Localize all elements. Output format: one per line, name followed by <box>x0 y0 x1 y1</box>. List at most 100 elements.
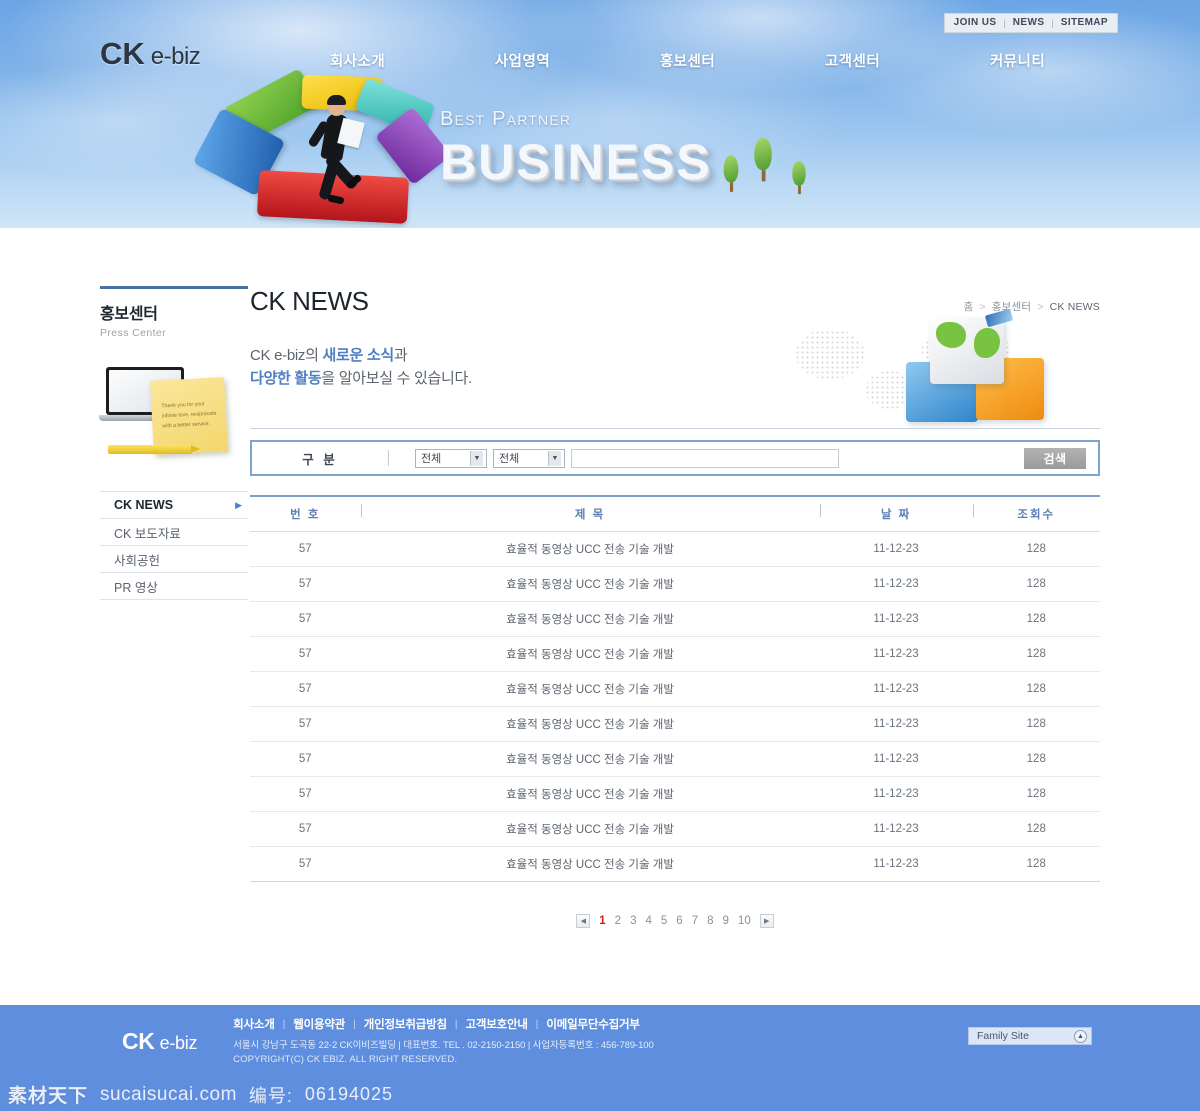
column-header-hits[interactable]: 조회수 <box>972 495 1100 532</box>
category-select-2-value: 전체 <box>499 453 520 465</box>
cell-date: 11-12-23 <box>819 706 973 742</box>
businessman-figure <box>306 92 365 222</box>
chevron-down-icon: ▼ <box>470 450 483 466</box>
nav-item-press-center[interactable]: 홍보센터 <box>605 50 770 71</box>
footer-link-email-refusal[interactable]: 이메일무단수집거부 <box>546 1016 640 1032</box>
footer-copyright: COPYRIGHT(C) CK EBIZ. ALL RIGHT RESERVED… <box>233 1053 458 1065</box>
pagination-page-3[interactable]: 3 <box>630 915 636 927</box>
tree-decoration <box>720 137 840 210</box>
table-row[interactable]: 57 효율적 동영상 UCC 전송 기술 개발 11-12-23 128 <box>250 706 1100 742</box>
cell-title[interactable]: 효율적 동영상 UCC 전송 기술 개발 <box>360 601 820 637</box>
cell-title[interactable]: 효율적 동영상 UCC 전송 기술 개발 <box>360 811 820 847</box>
table-row[interactable]: 57 효율적 동영상 UCC 전송 기술 개발 11-12-23 128 <box>250 741 1100 777</box>
chevron-right-icon: ▶ <box>235 499 242 510</box>
sidebar-item-press-release[interactable]: CK 보도자료 <box>100 519 248 546</box>
utility-separator: | <box>1051 17 1054 28</box>
column-header-date[interactable]: 날 짜 <box>819 495 973 532</box>
footer-logo[interactable]: CK e-biz <box>122 1028 197 1055</box>
sidebar-illustration: Thank you for your infinite love, recipr… <box>99 359 248 467</box>
watermark-id-value: 06194025 <box>304 1084 394 1104</box>
cell-no: 57 <box>250 706 361 742</box>
column-header-title[interactable]: 제 목 <box>360 495 820 532</box>
cell-title[interactable]: 효율적 동영상 UCC 전송 기술 개발 <box>360 741 820 777</box>
pagination-page-8[interactable]: 8 <box>707 915 713 927</box>
site-logo[interactable]: CK e-biz <box>100 36 201 72</box>
cell-date: 11-12-23 <box>819 531 973 567</box>
table-row[interactable]: 57 효율적 동영상 UCC 전송 기술 개발 11-12-23 128 <box>250 671 1100 707</box>
pagination-page-2[interactable]: 2 <box>615 915 621 927</box>
main-content: CK NEWS 홈 > 홍보센터 > CK NEWS CK e-biz의 새로운… <box>250 286 1100 928</box>
cell-title[interactable]: 효율적 동영상 UCC 전송 기술 개발 <box>360 636 820 672</box>
category-select-1-value: 전체 <box>421 453 442 465</box>
footer-links: 회사소개 | 웹이용약관 | 개인정보취급방침 | 고객보호안내 | 이메일무단… <box>233 1016 654 1032</box>
pagination-page-1[interactable]: 1 <box>599 915 605 927</box>
table-row[interactable]: 57 효율적 동영상 UCC 전송 기술 개발 11-12-23 128 <box>250 811 1100 847</box>
footer-link-terms[interactable]: 웹이용약관 <box>293 1016 345 1032</box>
search-label: 구 분 <box>302 452 338 467</box>
cell-title[interactable]: 효율적 동영상 UCC 전송 기술 개발 <box>360 706 820 742</box>
hero-tagline: Best Partner <box>440 108 572 130</box>
table-row[interactable]: 57 효율적 동영상 UCC 전송 기술 개발 11-12-23 128 <box>250 846 1100 882</box>
utility-separator: | <box>1003 17 1006 28</box>
cell-title[interactable]: 효율적 동영상 UCC 전송 기술 개발 <box>360 846 820 882</box>
footer-link-customer-protection[interactable]: 고객보호안내 <box>465 1016 527 1032</box>
pagination-page-6[interactable]: 6 <box>676 915 682 927</box>
footer-logo-ck-text: CK <box>122 1028 155 1054</box>
search-button[interactable]: 검색 <box>1024 447 1086 469</box>
nav-item-business[interactable]: 사업영역 <box>440 50 605 71</box>
intro-text-part: CK e-biz의 <box>250 347 323 364</box>
family-site-dropdown[interactable]: Family Site ▲ <box>968 1027 1092 1045</box>
column-header-no[interactable]: 번 호 <box>250 495 361 532</box>
pagination-page-9[interactable]: 9 <box>723 915 729 927</box>
utility-link-sitemap[interactable]: SITEMAP <box>1061 17 1108 28</box>
sidebar-item-social-contribution[interactable]: 사회공헌 <box>100 546 248 573</box>
cell-date: 11-12-23 <box>819 671 973 707</box>
cell-no: 57 <box>250 776 361 812</box>
hero-illustration <box>192 0 460 228</box>
header-illustration <box>770 304 1100 426</box>
cell-title[interactable]: 효율적 동영상 UCC 전송 기술 개발 <box>360 671 820 707</box>
sidebar-subtitle: Press Center <box>100 327 167 339</box>
table-row[interactable]: 57 효율적 동영상 UCC 전송 기술 개발 11-12-23 128 <box>250 776 1100 812</box>
pagination-next-button[interactable]: ▶ <box>759 914 774 928</box>
category-select-1[interactable]: 전체 ▼ <box>415 448 487 468</box>
footer-link-privacy[interactable]: 개인정보취급방침 <box>364 1016 447 1032</box>
pagination-page-10[interactable]: 10 <box>738 915 751 927</box>
utility-link-join-us[interactable]: JOIN US <box>954 17 997 28</box>
tree-icon <box>723 155 739 192</box>
footer-link-company[interactable]: 회사소개 <box>233 1016 275 1032</box>
search-input[interactable] <box>571 448 839 468</box>
nav-item-customer-center[interactable]: 고객센터 <box>770 50 935 71</box>
cell-no: 57 <box>250 636 361 672</box>
cell-title[interactable]: 효율적 동영상 UCC 전송 기술 개발 <box>360 776 820 812</box>
cell-title[interactable]: 효율적 동영상 UCC 전송 기술 개발 <box>360 531 820 567</box>
table-row[interactable]: 57 효율적 동영상 UCC 전송 기술 개발 11-12-23 128 <box>250 531 1100 567</box>
cell-hits: 128 <box>972 531 1100 567</box>
category-select-2[interactable]: 전체 ▼ <box>493 448 565 468</box>
table-row[interactable]: 57 효율적 동영상 UCC 전송 기술 개발 11-12-23 128 <box>250 636 1100 672</box>
pagination-prev-button[interactable]: ◀ <box>576 914 591 928</box>
cell-no: 57 <box>250 671 361 707</box>
pagination-page-7[interactable]: 7 <box>692 915 698 927</box>
cell-title[interactable]: 효율적 동영상 UCC 전송 기술 개발 <box>360 566 820 602</box>
cell-date: 11-12-23 <box>819 636 973 672</box>
table-row[interactable]: 57 효율적 동영상 UCC 전송 기술 개발 11-12-23 128 <box>250 601 1100 637</box>
sidebar-item-ck-news[interactable]: CK NEWS ▶ <box>100 492 248 519</box>
footer-link-separator: | <box>454 1018 458 1030</box>
chevron-down-icon: ▼ <box>548 450 561 466</box>
tree-icon <box>754 137 772 182</box>
footer-logo-ebiz-text: e-biz <box>159 1033 198 1053</box>
pagination-page-5[interactable]: 5 <box>661 915 667 927</box>
family-site-label: Family Site <box>977 1030 1029 1042</box>
utility-link-news[interactable]: NEWS <box>1013 17 1045 28</box>
cell-no: 57 <box>250 846 361 882</box>
table-body: 57 효율적 동영상 UCC 전송 기술 개발 11-12-23 128 57 효율적 동… <box>250 531 1100 882</box>
cell-date: 11-12-23 <box>819 601 973 637</box>
nav-item-community[interactable]: 커뮤니티 <box>935 50 1100 71</box>
pagination-page-4[interactable]: 4 <box>645 915 651 927</box>
logo-ebiz-text: e-biz <box>150 43 201 70</box>
table-row[interactable]: 57 효율적 동영상 UCC 전송 기술 개발 11-12-23 128 <box>250 566 1100 602</box>
cell-no: 57 <box>250 531 361 567</box>
cell-date: 11-12-23 <box>819 811 973 847</box>
sidebar-item-pr-video[interactable]: PR 영상 <box>100 573 248 600</box>
